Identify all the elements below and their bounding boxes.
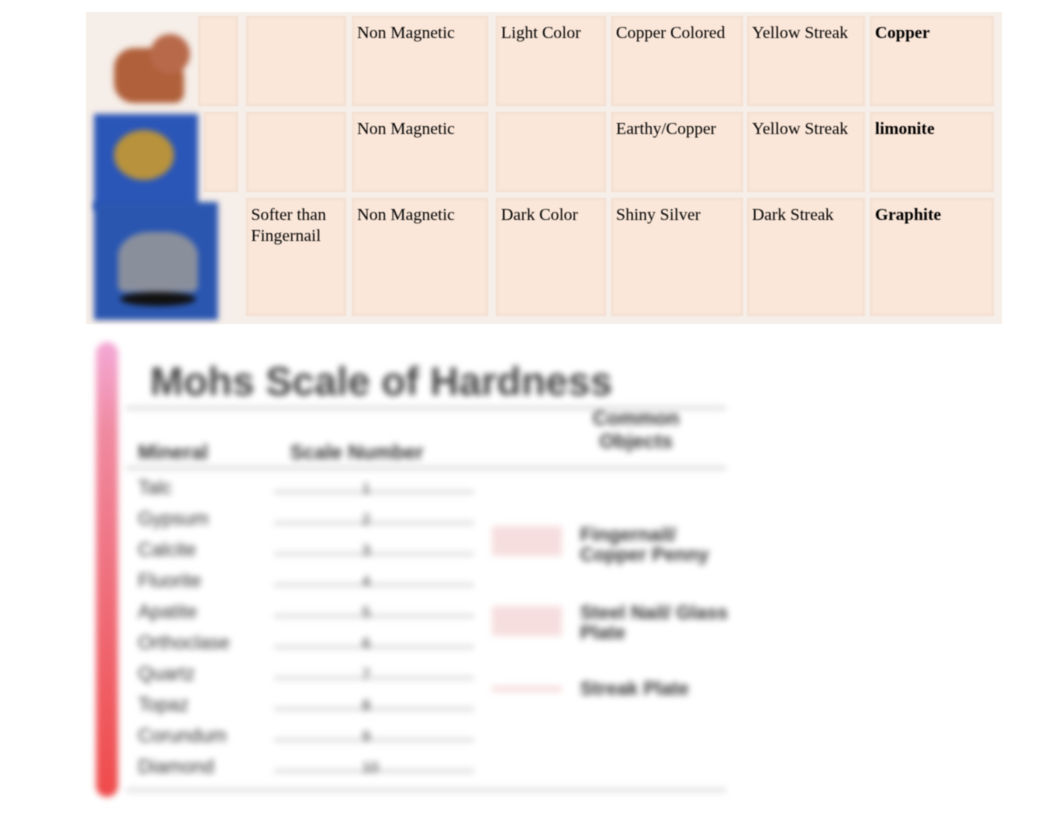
leader-line (274, 676, 474, 680)
mineral-label: Topaz (138, 695, 189, 716)
limonite-sample-image (94, 114, 198, 210)
mineral-name-cell: Graphite (870, 198, 994, 316)
scale-number: 1 (362, 480, 371, 497)
luster-cell: Shiny Silver (611, 198, 743, 316)
mineral-label: Diamond (138, 757, 215, 778)
mineral-name-cell: Copper (870, 16, 994, 106)
leader-line (274, 490, 474, 494)
mineral-table: Non Magnetic Light Color Copper Colored … (86, 12, 1002, 324)
mineral-name-cell: limonite (870, 112, 994, 192)
leader-line (274, 521, 474, 525)
object-label: Fingernail/ Copper Penny (580, 525, 709, 566)
color-cell: Dark Color (496, 198, 606, 316)
luster-cell: Copper Colored (611, 16, 743, 106)
header-scale-number: Scale Number (290, 442, 424, 464)
leader-line (274, 552, 474, 556)
leader-line (274, 583, 474, 587)
scale-number: 6 (362, 635, 371, 652)
scale-number: 4 (362, 573, 371, 590)
streak-cell: Yellow Streak (747, 112, 865, 192)
luster-cell: Earthy/Copper (611, 112, 743, 192)
streak-cell: Yellow Streak (747, 16, 865, 106)
mineral-label: Calcite (138, 540, 197, 561)
header-mineral: Mineral (138, 442, 209, 464)
graphite-sample-image (94, 202, 218, 320)
mohs-title: Mohs Scale of Hardness (150, 360, 613, 404)
magnetism-cell: Non Magnetic (352, 112, 488, 192)
hardness-cell: Softer than Fingernail (246, 198, 346, 316)
scale-number: 8 (362, 697, 371, 714)
cell-blank (198, 16, 238, 106)
scale-number: 9 (362, 728, 371, 745)
header-common-objects: Common Objects (592, 408, 680, 453)
hardness-cell (246, 112, 346, 192)
mineral-label: Quartz (138, 664, 196, 685)
scale-number: 3 (362, 542, 371, 559)
color-cell: Light Color (496, 16, 606, 106)
mohs-scale-image: Mohs Scale of Hardness Mineral Scale Num… (90, 336, 730, 806)
leader-line (274, 645, 474, 649)
leader-line (274, 614, 474, 618)
mineral-label: Orthoclase (138, 633, 230, 654)
hardness-gradient-bar (96, 342, 118, 797)
mineral-label: Gypsum (138, 509, 209, 530)
scale-number: 7 (362, 666, 371, 683)
magnetism-cell: Non Magnetic (352, 198, 488, 316)
scale-number: 10 (362, 759, 379, 776)
leader-line (274, 738, 474, 742)
mineral-label: Apatite (138, 602, 198, 623)
object-label: Streak Plate (580, 679, 689, 700)
mineral-label: Corundum (138, 726, 227, 747)
cell-blank (204, 112, 238, 192)
object-label: Steel Nail/ Glass Plate (580, 603, 728, 644)
color-cell (496, 112, 606, 192)
streak-cell: Dark Streak (747, 198, 865, 316)
scale-number: 5 (362, 604, 371, 621)
hardness-cell (246, 16, 346, 106)
mineral-label: Fluorite (138, 571, 202, 592)
leader-line (274, 707, 474, 711)
scale-number: 2 (362, 511, 371, 528)
copper-sample-image (100, 28, 196, 106)
magnetism-cell: Non Magnetic (352, 16, 488, 106)
mineral-label: Talc (138, 478, 172, 499)
